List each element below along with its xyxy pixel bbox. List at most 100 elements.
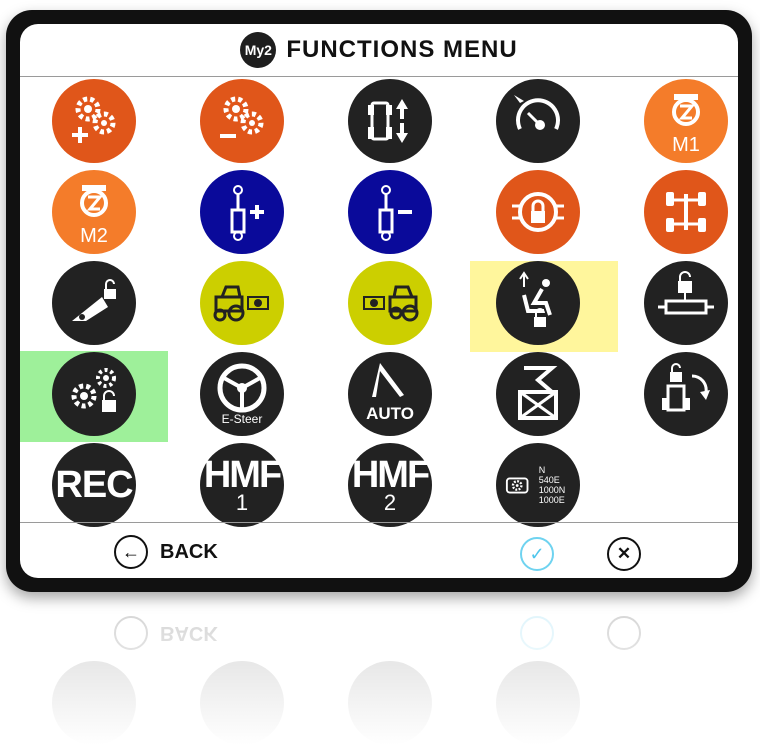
linkage-rotate-icon	[662, 363, 710, 412]
cell-cab-lock	[464, 167, 612, 256]
cancel-button[interactable]: ✕	[607, 537, 641, 571]
cell-engine-memory-m2: M2	[20, 167, 168, 256]
pto-540e-label: 540E	[538, 475, 560, 485]
front-pto-button[interactable]	[200, 261, 284, 345]
transmission-button[interactable]	[496, 352, 580, 436]
hmf2-label: HMF	[351, 454, 430, 496]
back-button[interactable]: ← BACK	[114, 535, 218, 569]
reflection-close-icon	[607, 616, 641, 650]
seat-lock-button[interactable]	[496, 261, 580, 345]
cell-seat-lock	[464, 258, 612, 347]
cell-hitch-lock	[20, 258, 168, 347]
linkage-rotate-button[interactable]	[644, 352, 728, 436]
cell-hmf1: HMF 1	[168, 440, 316, 529]
pto-n-label: N	[538, 465, 546, 475]
close-icon: ✕	[616, 544, 632, 563]
reflection-pto-icon	[496, 661, 580, 745]
e-steer-icon	[217, 363, 267, 413]
rear-pto-button[interactable]	[348, 261, 432, 345]
hmf2-button[interactable]: HMF 2	[348, 443, 432, 527]
cell-front-pto	[168, 258, 316, 347]
rec-label: REC	[55, 463, 133, 506]
four-wheel-drive-button[interactable]	[644, 170, 728, 254]
cell-hmf2: HMF 2	[316, 440, 464, 529]
engine-memory-m1-button[interactable]: M1	[644, 79, 728, 163]
back-arrow-icon: ←	[114, 535, 148, 569]
reflection-mirror: BACK	[20, 600, 738, 745]
cell-engine-memory-m1: M1	[612, 76, 738, 165]
hydraulic-minus-icon	[378, 185, 412, 241]
rec-button[interactable]: REC	[52, 443, 136, 527]
back-label: BACK	[160, 540, 218, 563]
hydraulic-minus-button[interactable]	[348, 170, 432, 254]
cell-gearbox-lock	[20, 349, 168, 438]
cell-cylinder-lock	[612, 258, 738, 347]
hmf1-icon: HMF 1	[204, 456, 282, 515]
e-steer-button[interactable]: E-Steer	[200, 352, 284, 436]
hmf2-number: 2	[383, 490, 397, 515]
reflection-back-icon	[114, 616, 148, 650]
gears-minus-button[interactable]	[200, 79, 284, 163]
cell-four-wheel-drive	[612, 167, 738, 256]
reflection-rec-icon	[52, 661, 136, 745]
cell-tractor-lift	[316, 76, 464, 165]
cell-pto-speed: N 540E 1000N 1000E	[464, 440, 612, 529]
function-grid: M1 M2 E-Steer AUTO REC HMF 1 HMF 2 N 540…	[20, 76, 738, 527]
cell-rec: REC	[20, 440, 168, 529]
cell-auto-steer: AUTO	[316, 349, 464, 438]
engine-memory-m2-button[interactable]: M2	[52, 170, 136, 254]
seat-lock-icon	[519, 271, 552, 327]
reflection-hmf2-icon	[348, 661, 432, 745]
tractor-lift-icon	[368, 99, 408, 143]
rear-pto-icon	[363, 285, 419, 322]
tractor-lift-button[interactable]	[348, 79, 432, 163]
gears-plus-button[interactable]	[52, 79, 136, 163]
cell-hydraulic-plus	[168, 167, 316, 256]
cell-linkage-rotate	[612, 349, 738, 438]
hmf1-button[interactable]: HMF 1	[200, 443, 284, 527]
transmission-icon	[518, 366, 558, 420]
hitch-lock-button[interactable]	[52, 261, 136, 345]
front-pto-icon	[213, 285, 269, 322]
hydraulic-plus-button[interactable]	[200, 170, 284, 254]
cab-lock-button[interactable]	[496, 170, 580, 254]
auto-label: AUTO	[366, 404, 414, 423]
four-wheel-drive-icon	[666, 192, 706, 232]
reflection-back: BACK	[114, 616, 218, 650]
hitch-lock-icon	[72, 279, 116, 321]
gearbox-lock-button[interactable]	[52, 352, 136, 436]
auto-steer-button[interactable]: AUTO	[348, 352, 432, 436]
gearbox-lock-icon	[71, 368, 116, 412]
reflection-fade	[0, 600, 760, 745]
gears-minus-icon	[220, 96, 264, 138]
title-bar: My2 FUNCTIONS MENU	[20, 24, 738, 77]
cylinder-lock-button[interactable]	[644, 261, 728, 345]
device-frame: My2 FUNCTIONS MENU M1 M2 E-Steer AUTO RE…	[6, 10, 752, 592]
cab-lock-icon	[512, 192, 564, 232]
screen-display: My2 FUNCTIONS MENU M1 M2 E-Steer AUTO RE…	[20, 24, 738, 578]
cell-e-steer: E-Steer	[168, 349, 316, 438]
gears-plus-icon	[72, 96, 116, 143]
cell-gears-plus	[20, 76, 168, 165]
cell-hydraulic-minus	[316, 167, 464, 256]
pto-speed-icon	[505, 477, 529, 494]
reflection-back-label: BACK	[160, 622, 218, 645]
cylinder-lock-icon	[658, 271, 714, 315]
reflection-check-icon	[520, 616, 554, 650]
e-steer-label: E-Steer	[221, 412, 263, 426]
my2-logo: My2	[240, 32, 277, 68]
cell-speedometer	[464, 76, 612, 165]
check-icon: ✓	[529, 543, 545, 564]
cell-rear-pto	[316, 258, 464, 347]
m2-label: M2	[80, 225, 108, 247]
confirm-button[interactable]: ✓	[520, 537, 554, 571]
hmf2-icon: HMF 2	[351, 454, 430, 515]
screen-reflection: BACK	[20, 600, 738, 745]
pto-1000e-label: 1000E	[538, 495, 565, 505]
cell-gears-minus	[168, 76, 316, 165]
reflection-hmf1-icon	[200, 661, 284, 745]
pto-speed-button[interactable]: N 540E 1000N 1000E	[496, 443, 580, 527]
speedometer-button[interactable]	[496, 79, 580, 163]
hydraulic-plus-icon	[230, 185, 264, 241]
hmf1-number: 1	[235, 490, 249, 515]
